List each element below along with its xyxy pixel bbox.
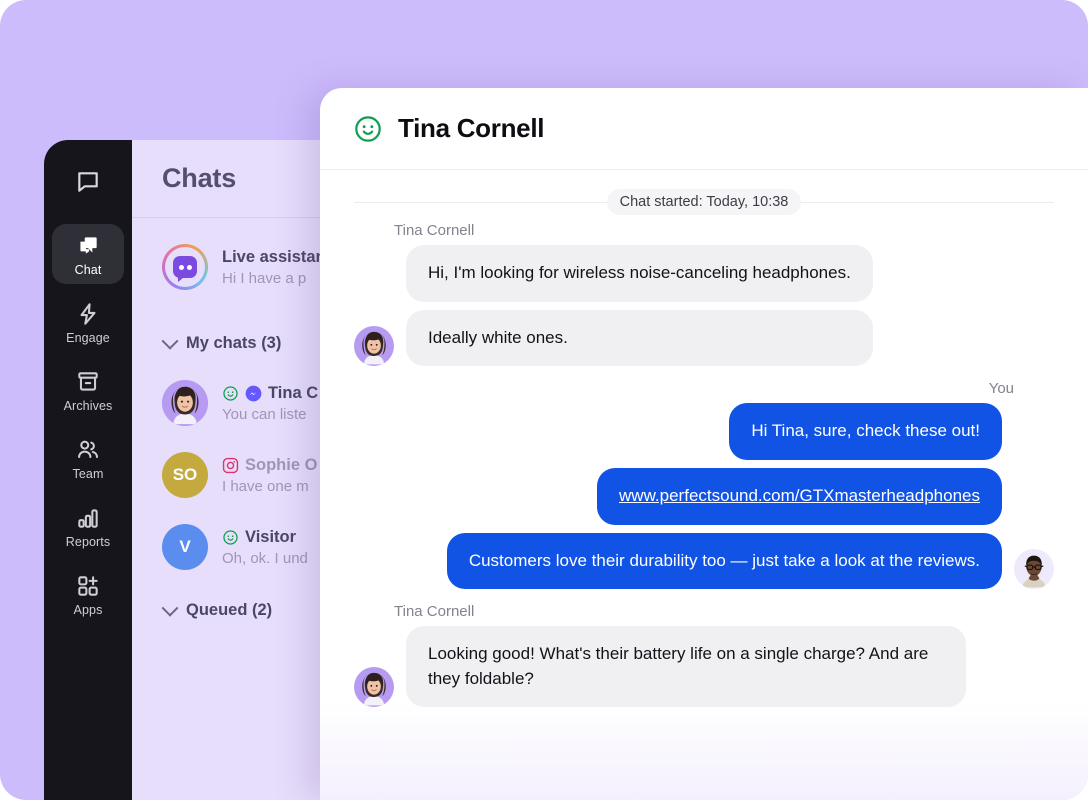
avatar-photo	[1014, 549, 1054, 590]
rail-item-chat[interactable]: Chat	[52, 224, 124, 284]
live-assistant-preview: Hi I have a p	[222, 269, 307, 287]
app-stage: Chat Engage Archives Team Reports Apps Chats …	[0, 0, 1088, 800]
message-group: Hi Tina, sure, check these out! www.perfe…	[320, 403, 1088, 590]
list-item-name: Visitor	[245, 527, 297, 546]
assistant-bubble-icon	[162, 244, 208, 290]
avatar: V	[162, 524, 208, 570]
smiley-icon	[223, 529, 238, 545]
message-group: Looking good! What's their battery life …	[320, 626, 1088, 708]
bubble-stack: Hi Tina, sure, check these out! www.perfe…	[446, 403, 1002, 590]
chat-started-divider: Chat started: Today, 10:38	[320, 182, 1088, 222]
bubble-stack: Looking good! What's their battery life …	[406, 626, 966, 708]
apps-plus-icon	[78, 576, 98, 596]
rail-item-label: Chat	[74, 263, 102, 277]
avatar-photo	[354, 667, 394, 708]
message-groups: Tina Cornell Hi, I'm looking for wireless…	[320, 222, 1088, 721]
bubble-stack: Hi, I'm looking for wireless noise-cance…	[406, 245, 873, 367]
avatar-photo	[162, 380, 208, 426]
rail-item-label: Archives	[63, 399, 113, 413]
list-item-preview: You can liste	[222, 405, 307, 423]
rail-item-engage[interactable]: Engage	[52, 292, 124, 352]
rail-item-label: Team	[72, 467, 104, 481]
list-item-name: Tina C	[268, 383, 319, 402]
instagram-icon	[222, 457, 239, 473]
people-icon	[78, 440, 99, 459]
list-item-preview: I have one m	[222, 477, 309, 495]
archive-box-icon	[78, 372, 98, 391]
message-link[interactable]: www.perfectsound.com/GTXmasterheadphones	[619, 486, 980, 505]
messenger-icon	[245, 385, 262, 401]
conversation-panel: Tina Cornell Chat started: Today, 10:38 …	[320, 88, 1088, 800]
rail-item-team[interactable]: Team	[52, 428, 124, 488]
rail-item-label: Apps	[73, 603, 103, 617]
message-sender-name: You	[988, 380, 1014, 398]
avatar	[1014, 549, 1054, 590]
rail-item-list: Chat Engage Archives Team Reports Apps	[44, 224, 132, 624]
avatar: SO	[162, 452, 208, 498]
message-bubble[interactable]: Hi Tina, sure, check these out!	[729, 403, 1002, 460]
rail-item-reports[interactable]: Reports	[52, 496, 124, 556]
conversation-title: Tina Cornell	[398, 113, 545, 143]
chevron-down-icon	[161, 332, 179, 350]
chat-started-label: Chat started: Today, 10:38	[606, 189, 802, 215]
chat-group-label: My chats (3)	[186, 334, 282, 352]
message-bubble[interactable]: Customers love their durability too — ju…	[446, 532, 1002, 590]
smiley-icon	[355, 115, 381, 142]
live-assistant-name: Live assistant	[222, 247, 332, 266]
page-title: Chats	[162, 163, 237, 193]
avatar-photo	[354, 326, 394, 367]
avatar	[162, 380, 208, 426]
rail-item-label: Reports	[65, 535, 111, 549]
lightning-icon	[80, 303, 96, 325]
message-sender-name: Tina Cornell	[394, 222, 475, 239]
conversation-header: Tina Cornell	[320, 88, 1088, 170]
chat-icon	[80, 237, 97, 254]
message-sender-name: Tina Cornell	[394, 603, 475, 621]
list-item-name: Sophie O	[245, 455, 318, 474]
primary-nav-rail: Chat Engage Archives Team Reports Apps	[44, 140, 132, 800]
rail-item-label: Engage	[66, 331, 110, 345]
message-bubble[interactable]: Looking good! What's their battery life …	[406, 626, 966, 708]
rail-item-archives[interactable]: Archives	[52, 360, 124, 420]
chevron-down-icon	[161, 599, 179, 617]
livechat-logo-icon[interactable]	[44, 140, 132, 224]
list-item-preview: Oh, ok. I und	[222, 549, 308, 567]
rail-item-apps[interactable]: Apps	[52, 564, 124, 624]
avatar	[354, 326, 394, 367]
avatar	[354, 667, 394, 708]
message-group: Hi, I'm looking for wireless noise-cance…	[320, 245, 1088, 367]
smiley-icon	[223, 385, 238, 401]
message-bubble[interactable]: Ideally white ones.	[406, 309, 873, 367]
message-bubble[interactable]: Hi, I'm looking for wireless noise-cance…	[406, 245, 873, 302]
message-bubble[interactable]: www.perfectsound.com/GTXmasterheadphones	[597, 467, 1002, 525]
message-thread[interactable]: Chat started: Today, 10:38 Tina Cornell H…	[320, 182, 1088, 800]
chat-group-label: Queued (2)	[186, 601, 273, 619]
bar-chart-icon	[78, 509, 98, 528]
